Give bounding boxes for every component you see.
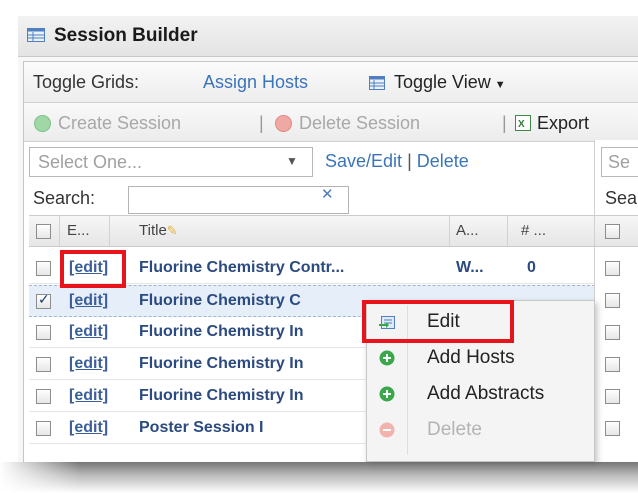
edit-link[interactable]: [edit] <box>69 387 108 405</box>
pencil-icon: ✎ <box>166 223 178 238</box>
select-all-checkbox[interactable] <box>36 224 51 239</box>
link-separator: | <box>407 151 412 171</box>
delete-link[interactable]: Delete <box>417 151 469 171</box>
column-header-count[interactable]: # ... <box>521 222 546 239</box>
row-count: 0 <box>527 259 536 276</box>
delete-icon <box>379 422 395 438</box>
select-all-checkbox[interactable] <box>605 224 620 239</box>
column-divider <box>109 216 110 246</box>
session-actions-bar: Create Session | Delete Session | X Expo… <box>24 103 638 142</box>
hosts-search-label: Sea <box>605 188 638 208</box>
column-header-a[interactable]: A... <box>456 222 479 239</box>
row-title: Fluorine Chemistry In <box>139 387 304 404</box>
search-bar: Search: ✕ <box>29 183 600 214</box>
caret-down-icon: ▼ <box>494 79 506 91</box>
column-divider <box>59 216 60 246</box>
edit-link[interactable]: [edit] <box>69 355 108 373</box>
menu-item-label: Add Hosts <box>427 347 515 368</box>
hosts-select-placeholder: Se <box>608 152 631 172</box>
toggle-grids-label: Toggle Grids: <box>33 72 140 92</box>
toggle-view-label: Toggle View <box>394 72 491 92</box>
create-session-button[interactable]: Create Session <box>58 113 181 134</box>
add-icon <box>379 350 395 366</box>
row-checkbox[interactable] <box>36 421 51 436</box>
menu-item-label: Add Abstracts <box>427 383 545 404</box>
grid-icon <box>27 28 45 42</box>
toolbar-separator: | <box>502 113 507 133</box>
window-title: Session Builder <box>54 25 198 46</box>
clear-search-icon[interactable]: ✕ <box>321 185 334 203</box>
grid-header: E... Title✎ A... # ... <box>29 215 600 247</box>
column-header-title-label: Title <box>139 222 167 239</box>
row-title: Fluorine Chemistry In <box>139 355 304 372</box>
row-checkbox[interactable] <box>605 421 620 436</box>
edit-link[interactable]: [edit] <box>69 323 108 341</box>
row-title: Fluorine Chemistry C <box>139 292 301 309</box>
row-checkbox[interactable] <box>36 357 51 372</box>
export-button[interactable]: Export <box>537 113 589 134</box>
svg-text:X: X <box>518 119 525 130</box>
toggle-grids-bar: Toggle Grids: Assign Hosts Toggle View ▼ <box>24 62 638 103</box>
hosts-select[interactable]: Se <box>601 147 638 177</box>
column-divider <box>449 216 450 246</box>
delete-icon <box>275 115 292 132</box>
search-label: Search: <box>33 188 96 208</box>
row-checkbox[interactable] <box>605 293 620 308</box>
add-icon <box>34 115 51 132</box>
session-select-placeholder: Select One... <box>38 152 143 172</box>
row-checkbox[interactable] <box>605 261 620 276</box>
menu-item-add-abstracts[interactable]: Add Abstracts <box>367 377 594 410</box>
save-edit-link[interactable]: Save/Edit <box>325 151 402 171</box>
row-checkbox[interactable] <box>605 357 620 372</box>
edit-link[interactable]: [edit] <box>69 419 108 437</box>
row-title: Fluorine Chemistry Contr... <box>139 259 345 276</box>
menu-edit-highlight <box>362 300 514 343</box>
save-edit-links: Save/Edit | Delete <box>325 151 469 172</box>
window-titlebar: Session Builder <box>18 16 638 57</box>
row-checkbox[interactable] <box>36 389 51 404</box>
screenshot-shadow <box>0 462 638 493</box>
menu-item-add-hosts[interactable]: Add Hosts <box>367 341 594 374</box>
row-checkbox[interactable] <box>605 325 620 340</box>
session-select[interactable]: Select One... ▼ <box>29 147 313 177</box>
column-divider <box>507 216 508 246</box>
column-header-title[interactable]: Title✎ <box>139 222 178 239</box>
hosts-grid: Se Sea <box>594 140 638 462</box>
toolbar-separator: | <box>259 113 264 133</box>
row-title: Fluorine Chemistry In <box>139 323 304 340</box>
edit-link-highlight <box>60 250 126 288</box>
toggle-view-menu[interactable]: Toggle View ▼ <box>394 72 506 93</box>
row-title: Poster Session I <box>139 419 264 436</box>
edit-link[interactable]: [edit] <box>69 292 108 310</box>
screenshot-shadow-fade <box>0 462 80 493</box>
row-checkbox[interactable] <box>36 325 51 340</box>
search-input[interactable] <box>128 186 349 214</box>
row-checkbox[interactable] <box>605 389 620 404</box>
grid-icon <box>369 76 385 90</box>
row-checkbox[interactable] <box>36 291 51 309</box>
chevron-down-icon: ▼ <box>286 154 298 168</box>
row-a: W... <box>456 259 484 276</box>
add-icon <box>379 386 395 402</box>
row-checkbox[interactable] <box>36 261 51 276</box>
menu-item-delete[interactable]: Delete <box>367 413 594 446</box>
assign-hosts-link[interactable]: Assign Hosts <box>203 72 308 93</box>
delete-session-button[interactable]: Delete Session <box>299 113 420 134</box>
excel-export-icon: X <box>515 115 531 131</box>
menu-item-label: Delete <box>427 419 482 440</box>
column-header-edit[interactable]: E... <box>67 222 90 239</box>
hosts-grid-header <box>595 215 638 247</box>
